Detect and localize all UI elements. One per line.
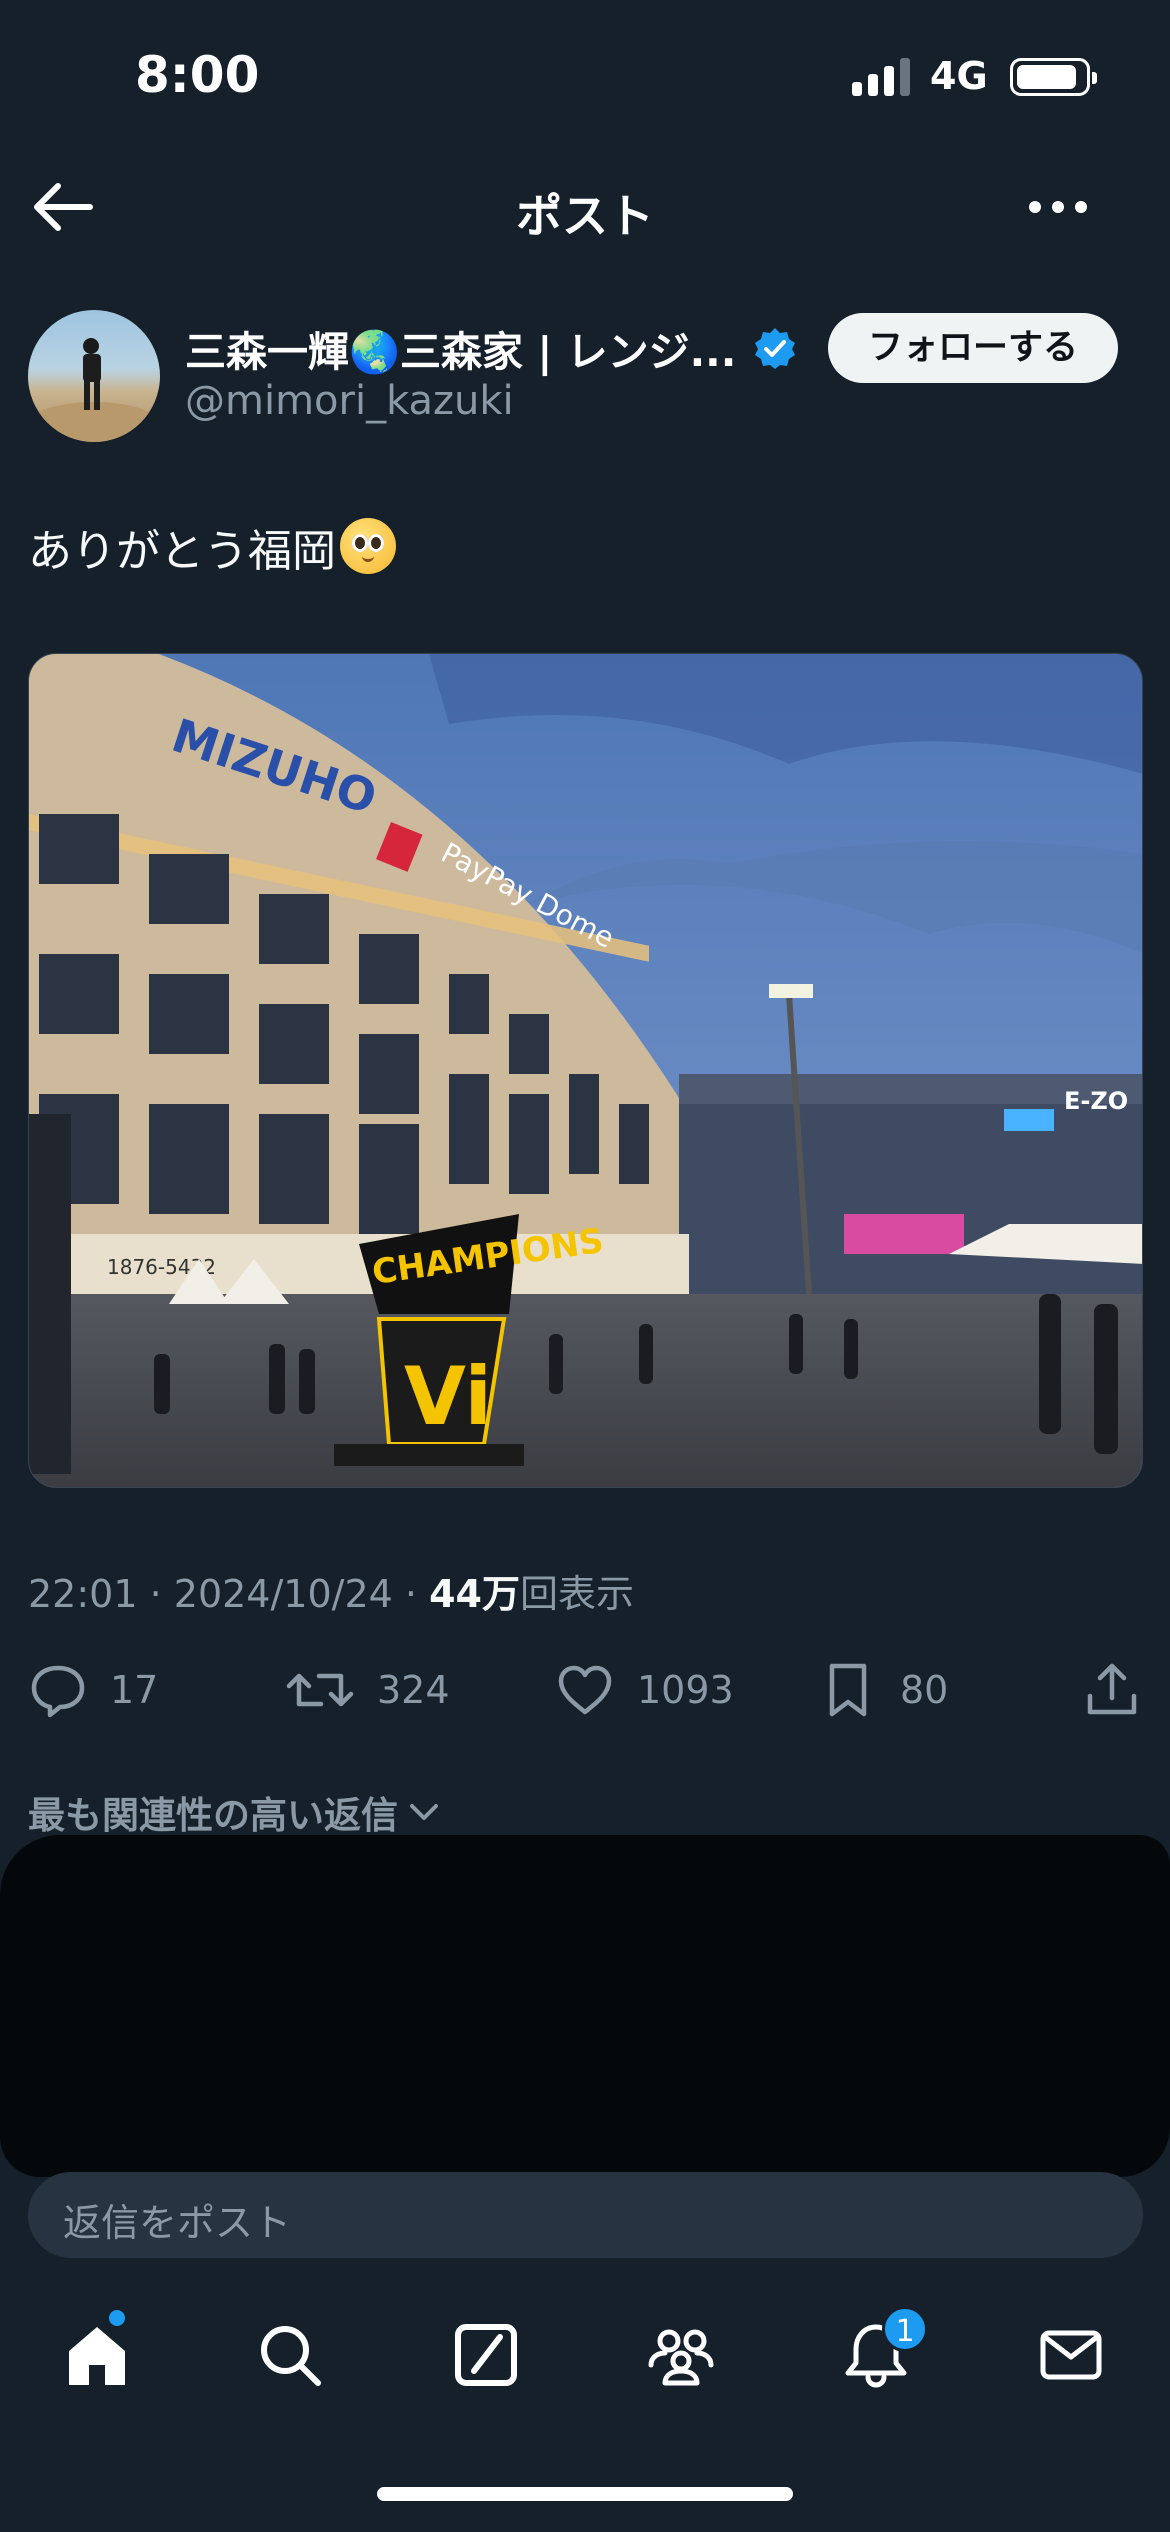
reply-count: 17 — [110, 1668, 159, 1712]
tab-search[interactable] — [230, 2290, 350, 2420]
svg-text:E-ZO: E-ZO — [1064, 1087, 1128, 1115]
bookmark-icon — [829, 1663, 867, 1717]
grok-icon — [455, 2324, 517, 2386]
tab-home[interactable] — [37, 2290, 157, 2420]
tab-grok[interactable] — [426, 2290, 546, 2420]
repost-icon — [286, 1673, 354, 1707]
more-options-button[interactable] — [1025, 182, 1091, 232]
views-count: 44万 — [429, 1572, 520, 1616]
home-icon — [69, 2327, 125, 2385]
like-button[interactable]: 1093 — [555, 1655, 734, 1725]
redacted-replies-area — [0, 1835, 1170, 2177]
reply-input[interactable]: 返信をポスト — [28, 2172, 1143, 2258]
tab-communities[interactable] — [621, 2290, 741, 2420]
svg-text:Vi: Vi — [404, 1350, 492, 1443]
repost-count: 324 — [377, 1668, 450, 1712]
tab-messages[interactable] — [1011, 2290, 1131, 2420]
page-title: ポスト — [516, 189, 654, 243]
more-horizontal-icon — [1029, 201, 1087, 213]
home-indicator — [377, 2487, 793, 2501]
views-label: 回表示 — [519, 1572, 634, 1616]
reply-button[interactable]: 17 — [28, 1655, 158, 1725]
signal-icon — [852, 58, 912, 96]
reply-input-placeholder: 返信をポスト — [63, 2201, 292, 2245]
post-text-content: ありがとう福岡 — [28, 526, 336, 577]
bottom-tab-bar: 1 — [0, 2290, 1170, 2420]
network-type: 4G — [930, 54, 988, 98]
status-time: 8:00 — [135, 46, 260, 104]
verified-badge-icon — [755, 328, 795, 369]
tab-notifications[interactable]: 1 — [816, 2290, 936, 2420]
top-navigation: ポスト — [0, 160, 1170, 250]
follow-button[interactable]: フォローする — [828, 313, 1118, 383]
communities-icon — [648, 2329, 714, 2386]
notification-badge: 1 — [882, 2306, 928, 2352]
post-detail-screen: 8:00 4G ポスト 三森一輝🌏三森家 | レンジ... @mimori_ka… — [0, 0, 1170, 2532]
like-count: 1093 — [637, 1668, 734, 1712]
post-meta: 22:01 · 2024/10/24 · 44万回表示 — [28, 1572, 634, 1616]
reply-icon — [31, 1665, 85, 1718]
chevron-down-icon — [410, 1804, 438, 1820]
repost-button[interactable]: 324 — [285, 1655, 450, 1725]
author-display-name[interactable]: 三森一輝🌏三森家 | レンジ... — [185, 318, 736, 378]
search-icon — [261, 2326, 321, 2386]
post-text: ありがとう福岡 — [28, 515, 396, 579]
reply-sort-label: 最も関連性の高い返信 — [28, 1794, 398, 1837]
author-avatar[interactable] — [28, 310, 160, 442]
post-date: 2024/10/24 — [173, 1572, 393, 1616]
bookmark-count: 80 — [900, 1668, 949, 1712]
bookmark-button[interactable]: 80 — [818, 1655, 948, 1725]
home-unread-dot — [109, 2310, 125, 2326]
avatar-image — [28, 338, 160, 442]
author-handle[interactable]: @mimori_kazuki — [185, 378, 514, 424]
status-bar: 8:00 4G — [0, 0, 1170, 150]
pleading-face-emoji-icon — [340, 518, 396, 574]
share-button[interactable] — [1082, 1655, 1142, 1725]
messages-icon — [1040, 2330, 1102, 2380]
post-time: 22:01 — [28, 1572, 138, 1616]
battery-icon — [1010, 58, 1097, 96]
post-actions: 17 324 1093 80 — [0, 1655, 1170, 1725]
share-icon — [1087, 1663, 1137, 1715]
post-media-image[interactable]: MIZUHO PayPay Dome E-ZO 1876-5432 CHAMPI… — [28, 653, 1143, 1488]
reply-sort-dropdown[interactable]: 最も関連性の高い返信 — [28, 1785, 442, 1839]
heart-icon — [558, 1665, 612, 1715]
